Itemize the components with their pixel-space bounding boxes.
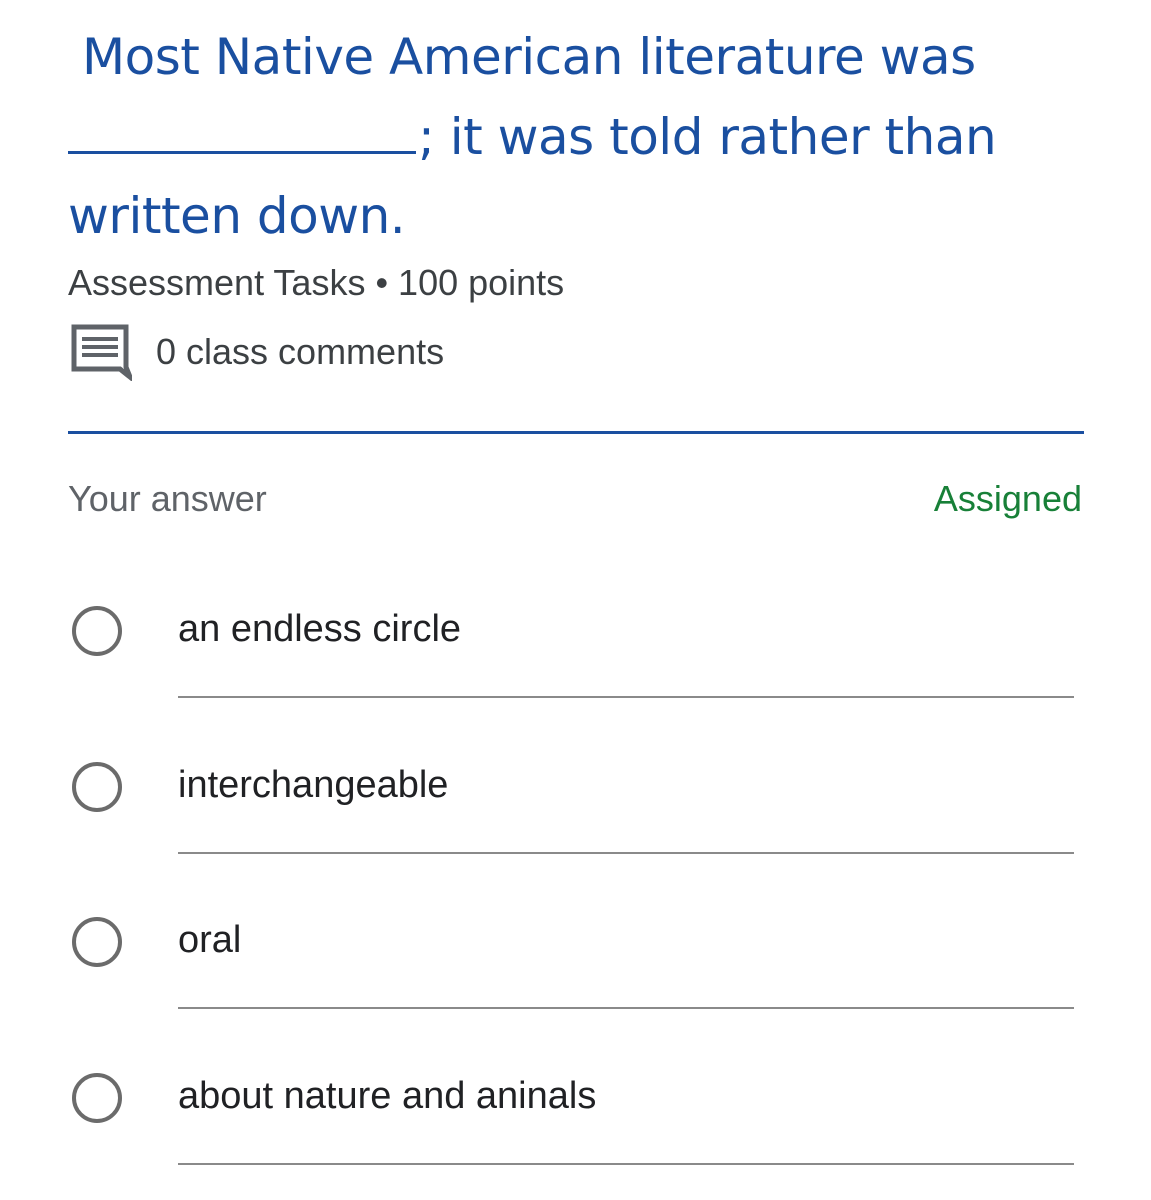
option-label[interactable]: interchangeable <box>178 764 448 807</box>
question-line-1: Most Native American literature was <box>82 28 976 86</box>
answer-blank <box>68 97 416 154</box>
option-interchangeable[interactable]: interchangeable <box>70 762 1074 882</box>
option-divider <box>178 852 1074 854</box>
option-label[interactable]: an endless circle <box>178 608 461 651</box>
section-divider <box>68 431 1084 434</box>
radio-button[interactable] <box>72 762 122 812</box>
radio-button[interactable] <box>72 917 122 967</box>
comment-icon <box>71 324 132 381</box>
radio-button[interactable] <box>72 606 122 656</box>
your-answer-label: Your answer <box>68 478 267 519</box>
class-comments-label: 0 class comments <box>156 331 445 372</box>
assignment-meta: Assessment Tasks • 100 points <box>68 262 565 303</box>
option-label[interactable]: about nature and aninals <box>178 1075 596 1118</box>
question-line-2: ; it was told rather than <box>418 108 997 166</box>
option-label[interactable]: oral <box>178 919 241 962</box>
question-line-3: written down. <box>68 187 406 245</box>
status-label: Assigned <box>933 478 1082 519</box>
class-comments-link[interactable]: 0 class comments <box>70 324 445 381</box>
option-divider <box>178 1007 1074 1009</box>
answer-header: Your answer Assigned <box>68 478 1082 520</box>
option-divider <box>178 696 1074 698</box>
option-an-endless-circle[interactable]: an endless circle <box>70 606 1074 726</box>
option-oral[interactable]: oral <box>70 917 1074 1037</box>
option-divider <box>178 1163 1074 1165</box>
radio-button[interactable] <box>72 1073 122 1123</box>
option-about-nature-and-aninals[interactable]: about nature and aninals <box>70 1073 1074 1193</box>
question-text: Most Native American literature was ; it… <box>68 18 1088 256</box>
